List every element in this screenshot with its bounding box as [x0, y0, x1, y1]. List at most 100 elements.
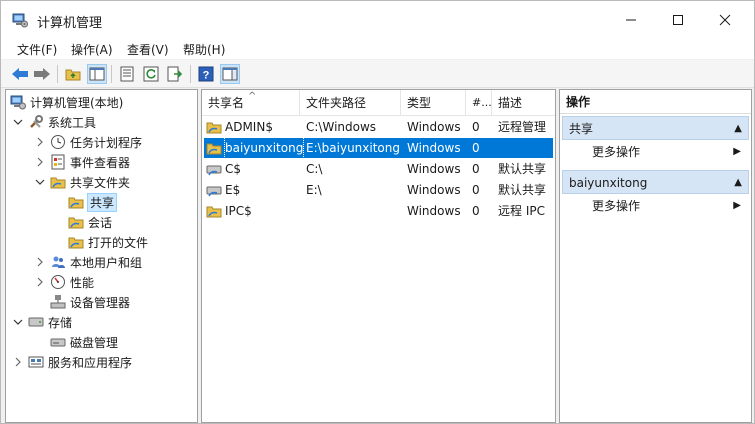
table-row[interactable]: ADMIN$ C:\Windows Windows 0 远程管理 [202, 117, 555, 137]
up-level-button[interactable] [63, 64, 83, 84]
description-cell: 默认共享 [498, 162, 547, 176]
export-list-icon [167, 66, 183, 82]
action-pane-title: 操作 [560, 90, 751, 114]
tree-item-storage[interactable]: 存储 [12, 312, 72, 332]
event-viewer-icon [50, 154, 66, 170]
type-cell: Windows [407, 204, 461, 218]
section-label: baiyunxitong [569, 176, 648, 190]
tree-label: 事件查看器 [70, 155, 131, 170]
clients-cell: 0 [472, 183, 480, 197]
chevron-down-icon[interactable] [12, 316, 24, 328]
chevron-down-icon[interactable] [12, 116, 24, 128]
computer-management-icon [10, 94, 26, 110]
chevron-right-icon[interactable] [12, 356, 24, 368]
properties-icon [120, 66, 134, 82]
help-icon: ? [198, 66, 214, 82]
maximize-button[interactable] [655, 1, 701, 39]
menu-help[interactable]: 帮助(H) [183, 41, 225, 58]
shared-drive-icon [206, 165, 222, 176]
clients-cell: 0 [472, 162, 480, 176]
column-header-share-name[interactable]: 共享名 ^ [202, 90, 300, 116]
collapse-up-icon[interactable]: ▲ [734, 117, 742, 141]
more-actions-item[interactable]: 更多操作 ▶ [560, 195, 751, 217]
menu-view[interactable]: 查看(V) [127, 41, 169, 58]
description-cell: 远程 IPC [498, 204, 545, 218]
share-name-cell: E$ [225, 183, 241, 197]
share-name-cell: IPC$ [225, 204, 252, 218]
show-hide-console-tree-button[interactable] [87, 64, 107, 84]
type-cell: Windows [407, 183, 461, 197]
tree-item-event-viewer[interactable]: 事件查看器 [34, 152, 130, 172]
tree-item-sessions[interactable]: 会话 [68, 212, 112, 232]
svg-text:?: ? [203, 70, 210, 82]
chevron-right-icon: ▶ [733, 200, 741, 211]
chevron-right-icon[interactable] [34, 256, 46, 268]
column-header-description[interactable]: 描述 [492, 90, 555, 116]
shared-folder-icon [206, 206, 222, 218]
properties-button[interactable] [117, 64, 137, 84]
minimize-icon [626, 19, 636, 21]
table-row[interactable]: IPC$ Windows 0 远程 IPC [202, 201, 555, 221]
tree-item-shared-folders[interactable]: 共享文件夹 [34, 172, 130, 192]
tree-item-shares[interactable]: 共享 [68, 192, 118, 212]
forward-button[interactable] [32, 64, 52, 84]
chevron-right-icon[interactable] [34, 276, 46, 288]
minimize-button[interactable] [608, 1, 654, 39]
menu-bar: 文件(F) 操作(A) 查看(V) 帮助(H) [1, 39, 754, 59]
export-list-button[interactable] [165, 64, 185, 84]
clients-cell: 0 [472, 141, 480, 155]
column-label: 共享名 [208, 96, 245, 110]
refresh-button[interactable] [141, 64, 161, 84]
more-actions-item[interactable]: 更多操作 ▶ [560, 141, 751, 163]
back-button[interactable] [10, 64, 30, 84]
menu-action[interactable]: 操作(A) [71, 41, 113, 58]
folder-path-cell: C:\Windows [306, 120, 377, 134]
clients-cell: 0 [472, 204, 480, 218]
tree-label: 存储 [48, 315, 73, 330]
shared-folder-icon [68, 214, 84, 230]
type-cell: Windows [407, 120, 461, 134]
action-section-shares[interactable]: 共享 ▲ [562, 116, 749, 140]
tree-item-performance[interactable]: 性能 [34, 272, 94, 292]
up-folder-icon [65, 69, 81, 81]
window-title: 计算机管理 [37, 16, 103, 31]
tree-item-disk-management[interactable]: 磁盘管理 [50, 332, 118, 352]
disk-management-icon [50, 334, 66, 350]
column-header-type[interactable]: 类型 [401, 90, 466, 116]
close-icon [719, 14, 731, 26]
tree-item-open-files[interactable]: 打开的文件 [68, 232, 148, 252]
menu-file[interactable]: 文件(F) [17, 41, 57, 58]
collapse-up-icon[interactable]: ▲ [734, 171, 742, 195]
action-section-selected-share[interactable]: baiyunxitong ▲ [562, 170, 749, 194]
table-row[interactable]: E$ E:\ Windows 0 默认共享 [202, 180, 555, 200]
chevron-right-icon[interactable] [34, 136, 46, 148]
column-label: #... [472, 96, 492, 109]
column-header-folder-path[interactable]: 文件夹路径 [300, 90, 401, 116]
chevron-down-icon[interactable] [34, 176, 46, 188]
tree-label: 共享文件夹 [70, 175, 131, 190]
close-button[interactable] [702, 1, 748, 39]
column-header-client-connections[interactable]: #... [466, 90, 492, 116]
show-hide-action-pane-button[interactable] [220, 64, 240, 84]
tree-label: 共享 [86, 192, 118, 212]
folder-path-cell: E:\ [306, 183, 322, 197]
shared-folder-icon [206, 143, 222, 155]
tree-label: 任务计划程序 [70, 135, 143, 150]
help-button[interactable]: ? [196, 64, 216, 84]
chevron-right-icon[interactable] [34, 156, 46, 168]
tree-item-services-applications[interactable]: 服务和应用程序 [12, 352, 132, 372]
tree-label: 磁盘管理 [70, 335, 119, 350]
share-name-cell: baiyunxitong [223, 137, 305, 159]
tree-item-task-scheduler[interactable]: 任务计划程序 [34, 132, 142, 152]
shared-folder-icon [68, 234, 84, 250]
chevron-right-icon: ▶ [733, 146, 741, 157]
table-row[interactable]: C$ C:\ Windows 0 默认共享 [202, 159, 555, 179]
tree-item-device-manager[interactable]: 设备管理器 [50, 292, 130, 312]
tree-item-computer-management[interactable]: 计算机管理(本地) [10, 92, 123, 112]
tree-item-system-tools[interactable]: 系统工具 [12, 112, 96, 132]
action-pane: 操作 共享 ▲ 更多操作 ▶ baiyunxitong ▲ 更多操作 ▶ [559, 89, 752, 423]
clock-icon [50, 134, 66, 150]
table-row[interactable]: baiyunxitong E:\baiyunxitong Windows 0 [202, 137, 555, 159]
tree-item-local-users-groups[interactable]: 本地用户和组 [34, 252, 142, 272]
tree-label: 本地用户和组 [70, 255, 143, 270]
